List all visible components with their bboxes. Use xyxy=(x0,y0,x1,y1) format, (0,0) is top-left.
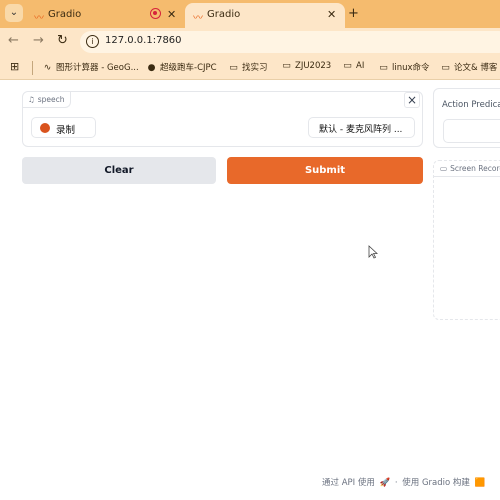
bookmarks-divider xyxy=(32,61,33,75)
globe-icon: ● xyxy=(147,63,156,73)
new-tab-icon[interactable]: + xyxy=(348,6,359,21)
forward-arrow-icon[interactable]: → xyxy=(33,33,44,48)
folder-icon: ▭ xyxy=(441,63,450,73)
close-tab-icon[interactable]: ✕ xyxy=(167,8,176,21)
speech-block-label: ♫ speech xyxy=(23,92,71,108)
microphone-select[interactable]: 默认 - 麦克风阵列 ... xyxy=(308,117,415,138)
mouse-cursor-icon xyxy=(368,245,378,259)
back-arrow-icon[interactable]: ← xyxy=(8,33,19,48)
built-with-gradio-link[interactable]: 使用 Gradio 构建 xyxy=(402,478,470,488)
browser-tab-1[interactable]: 〰 Gradio ✕ xyxy=(26,3,182,28)
video-camera-icon: ▭ xyxy=(440,164,448,173)
bookmark-papers-blogs[interactable]: ▭ 论文& 博客 xyxy=(440,61,497,73)
site-info-icon[interactable]: i xyxy=(86,35,99,48)
close-tab-icon[interactable]: ✕ xyxy=(327,8,336,21)
bookmark-geogebra[interactable]: ∿ 图形计算器 - GeoG... xyxy=(42,61,139,73)
action-prediction-label: Action Predicat xyxy=(442,100,500,110)
folder-icon: ▭ xyxy=(229,63,238,73)
use-via-api-link[interactable]: 通过 API 使用 xyxy=(322,478,375,488)
speech-audio-input: ♫ speech × 录制 默认 - 麦克风阵列 ... xyxy=(22,91,423,147)
address-bar[interactable]: i 127.0.0.1:7860 xyxy=(80,31,500,53)
gradio-favicon-icon: 〰 xyxy=(193,13,203,24)
tab-search-chevron-icon[interactable]: ⌄ xyxy=(5,4,23,22)
bookmark-linux[interactable]: ▭ linux命令 xyxy=(378,61,429,73)
folder-icon: ▭ xyxy=(282,61,291,71)
action-prediction-panel: Action Predicat xyxy=(433,88,500,148)
screen-recording-panel: ▭ Screen Record xyxy=(433,160,500,320)
footer-separator: · xyxy=(394,478,398,488)
gradio-favicon-icon: 〰 xyxy=(34,13,44,24)
folder-icon: ▭ xyxy=(379,63,388,73)
record-dot-icon xyxy=(40,123,50,133)
record-button[interactable]: 录制 xyxy=(31,117,96,138)
browser-tab-2-active[interactable]: 〰 Gradio ✕ xyxy=(185,3,345,28)
music-note-icon: ♫ xyxy=(28,95,35,104)
clear-audio-close-icon[interactable]: × xyxy=(404,92,420,108)
bookmark-internship[interactable]: ▭ 找实习 xyxy=(228,61,267,73)
apps-grid-icon[interactable]: ⊞ xyxy=(10,60,19,73)
rocket-icon: 🚀 xyxy=(379,478,391,488)
folder-icon: ▭ xyxy=(343,61,352,71)
bookmark-ai[interactable]: ▭ AI xyxy=(342,61,364,71)
url-text: 127.0.0.1:7860 xyxy=(105,35,182,46)
gradio-footer: 通过 API 使用 🚀 · 使用 Gradio 构建 🟧 xyxy=(322,476,487,488)
bookmarks-bar: ⊞ ∿ 图形计算器 - GeoG... ● 超级跑车-CJPC ▭ 找实习 ▭ ZJU2… xyxy=(0,56,500,80)
browser-tab-strip: ⌄ 〰 Gradio ✕ 〰 Gradio ✕ + xyxy=(0,0,500,28)
bookmark-cjpc[interactable]: ● 超级跑车-CJPC xyxy=(146,61,217,73)
geogebra-icon: ∿ xyxy=(43,63,52,73)
bookmark-zju2023[interactable]: ▭ ZJU2023 xyxy=(281,61,331,71)
browser-toolbar: ← → ↻ i 127.0.0.1:7860 xyxy=(0,28,500,56)
submit-button[interactable]: Submit xyxy=(227,157,423,184)
screen-recording-label: ▭ Screen Record xyxy=(434,161,500,177)
recording-indicator-icon xyxy=(150,8,161,19)
clear-button[interactable]: Clear xyxy=(22,157,216,184)
reload-icon[interactable]: ↻ xyxy=(57,33,68,48)
tab-title: Gradio xyxy=(207,9,241,20)
gradio-logo-icon: 🟧 xyxy=(474,478,486,488)
action-prediction-textbox[interactable] xyxy=(443,119,500,143)
tab-title: Gradio xyxy=(48,9,82,20)
